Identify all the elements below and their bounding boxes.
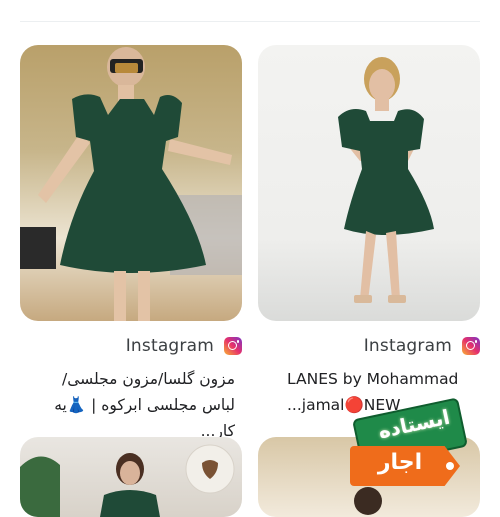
source-label: Instagram: [363, 336, 452, 356]
result-image-left[interactable]: [20, 45, 242, 321]
source-row-right[interactable]: Instagram: [258, 333, 480, 359]
tag-hole-icon: [446, 462, 454, 470]
dress-photo-right: [338, 57, 434, 303]
dress-photo-left: [20, 47, 242, 321]
result-image-bottom-left[interactable]: [20, 437, 242, 517]
source-label: Instagram: [125, 336, 214, 356]
source-row-left[interactable]: Instagram: [20, 333, 242, 359]
top-divider: [20, 21, 480, 22]
result-image-right[interactable]: [258, 45, 480, 321]
ijar-watermark-badge: ایستاده اجار: [346, 397, 478, 498]
badge-bottom-text: اجار: [377, 450, 423, 475]
instagram-icon: [462, 337, 480, 355]
instagram-icon: [224, 337, 242, 355]
dress-photo-bottom-left: [20, 444, 235, 517]
result-title-left[interactable]: مزون گلسا/مزون مجلسی/لباس مجلسی ابرکوه |…: [30, 366, 235, 444]
